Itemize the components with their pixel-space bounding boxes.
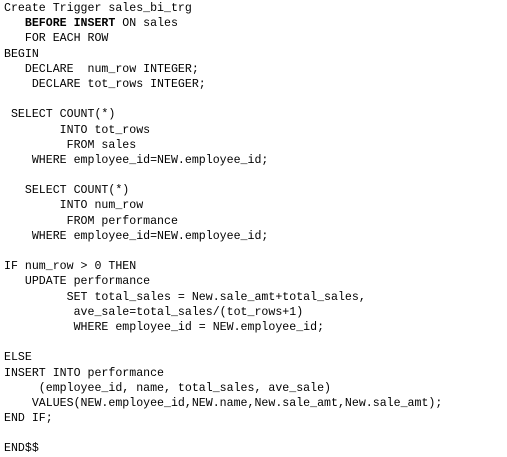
- code-line: INTO tot_rows: [4, 123, 151, 137]
- code-line: VALUES(NEW.employee_id,NEW.name,New.sale…: [4, 396, 443, 410]
- code-line: END IF;: [4, 412, 53, 426]
- code-line: INSERT INTO performance: [4, 366, 165, 380]
- code-line: Create Trigger sales_bi_trg: [4, 2, 192, 15]
- code-line: INTO num_row: [4, 199, 144, 213]
- code-keyword-bold: BEFORE INSERT: [24, 17, 116, 31]
- code-line: FROM sales: [4, 138, 137, 152]
- code-line: UPDATE performance: [4, 275, 151, 289]
- code-line: BEGIN: [4, 47, 39, 61]
- code-line: SELECT COUNT(*): [4, 184, 130, 198]
- code-line: (employee_id, name, total_sales, ave_sal…: [4, 381, 331, 395]
- code-line: ave_sale=total_sales/(tot_rows+1): [4, 305, 304, 319]
- code-line: WHERE employee_id = NEW.employee_id;: [4, 320, 325, 334]
- code-text: ON sales: [115, 17, 178, 31]
- code-line: ELSE: [4, 351, 32, 365]
- code-line: WHERE employee_id=NEW.employee_id;: [4, 153, 269, 167]
- code-line: DECLARE tot_rows INTEGER;: [4, 77, 206, 91]
- code-line: IF num_row > 0 THEN: [4, 260, 137, 274]
- code-line: SET total_sales = New.sale_amt+total_sal…: [4, 290, 366, 304]
- code-line: FOR EACH ROW: [4, 32, 109, 46]
- code-line: SELECT COUNT(*): [4, 108, 116, 122]
- code-line: FROM performance: [4, 214, 178, 228]
- code-line: BEFORE INSERT ON sales: [4, 16, 442, 31]
- code-line: END$$: [4, 442, 39, 456]
- sql-trigger-code: Create Trigger sales_bi_trg BEFORE INSER…: [4, 1, 442, 457]
- code-line: DECLARE num_row INTEGER;: [4, 62, 199, 76]
- code-line: WHERE employee_id=NEW.employee_id;: [4, 229, 269, 243]
